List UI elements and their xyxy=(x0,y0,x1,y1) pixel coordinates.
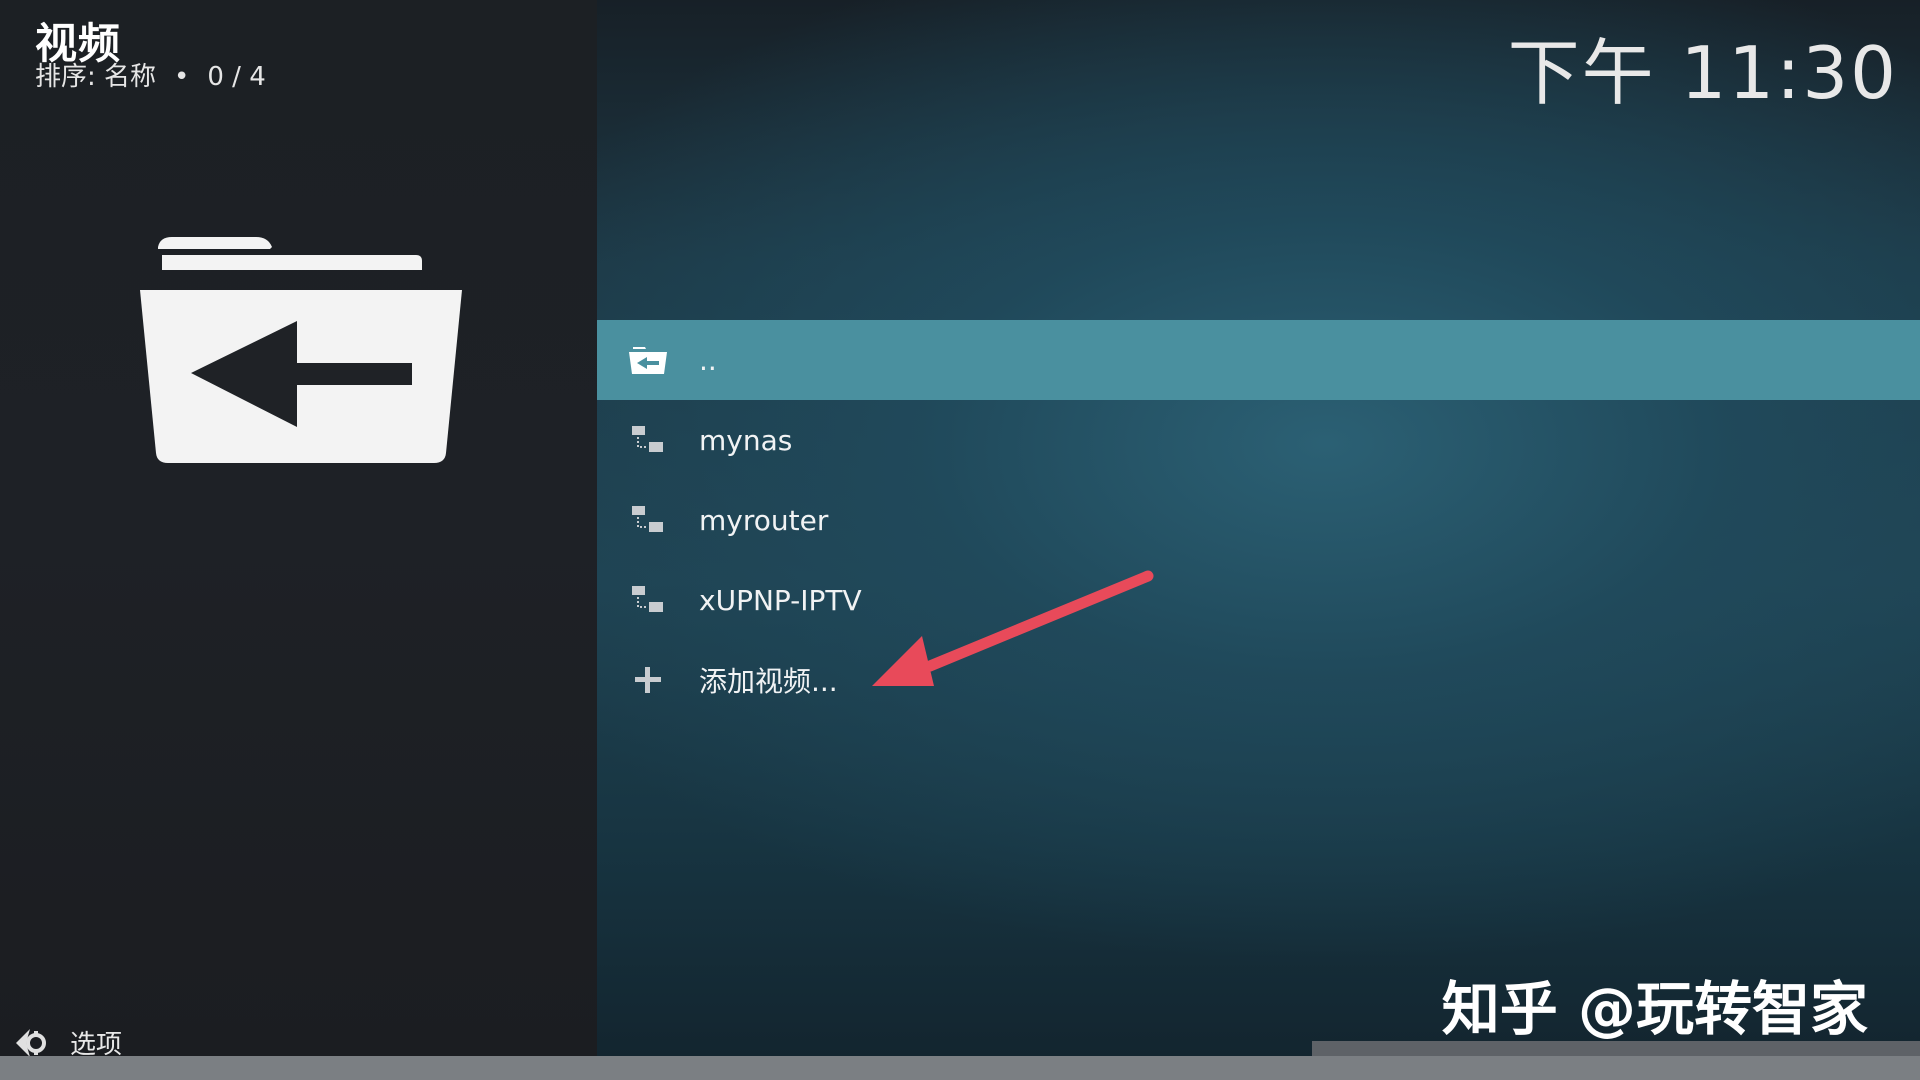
left-panel xyxy=(0,0,597,1056)
sort-label: 排序: 名称 xyxy=(35,62,157,92)
bottom-bar xyxy=(0,1056,1920,1080)
list-item-add-videos[interactable]: 添加视频... xyxy=(597,640,1920,720)
sort-status[interactable]: 排序: 名称 • 0 / 4 xyxy=(35,56,266,93)
list-item-mynas[interactable]: mynas xyxy=(597,400,1920,480)
list-item-label: myrouter xyxy=(699,503,829,537)
list-item-label: xUPNP-IPTV xyxy=(699,583,862,617)
watermark: 知乎 @玩转智家 xyxy=(1441,975,1868,1043)
network-icon xyxy=(623,420,673,460)
list-item-label: mynas xyxy=(699,423,793,457)
list-item-label: .. xyxy=(699,343,717,377)
list-item-myrouter[interactable]: myrouter xyxy=(597,480,1920,560)
annotation-arrow-icon xyxy=(872,570,1154,686)
list-item-xupnp-iptv[interactable]: xUPNP-IPTV xyxy=(597,560,1920,640)
folder-back-icon xyxy=(140,237,462,463)
item-count: 0 / 4 xyxy=(207,62,266,92)
folder-back-icon xyxy=(623,340,673,380)
clock: 下午 11:30 xyxy=(1507,31,1898,115)
list-item-label: 添加视频... xyxy=(699,665,838,698)
network-icon xyxy=(623,580,673,620)
plus-icon xyxy=(623,660,673,700)
file-list: .. mynas myrouter xUPNP-IPTV 添加视频... xyxy=(597,320,1920,720)
bottom-bar-segment xyxy=(1312,1041,1920,1056)
list-item-parent[interactable]: .. xyxy=(597,320,1920,400)
separator-dot: • xyxy=(174,62,190,92)
network-icon xyxy=(623,500,673,540)
